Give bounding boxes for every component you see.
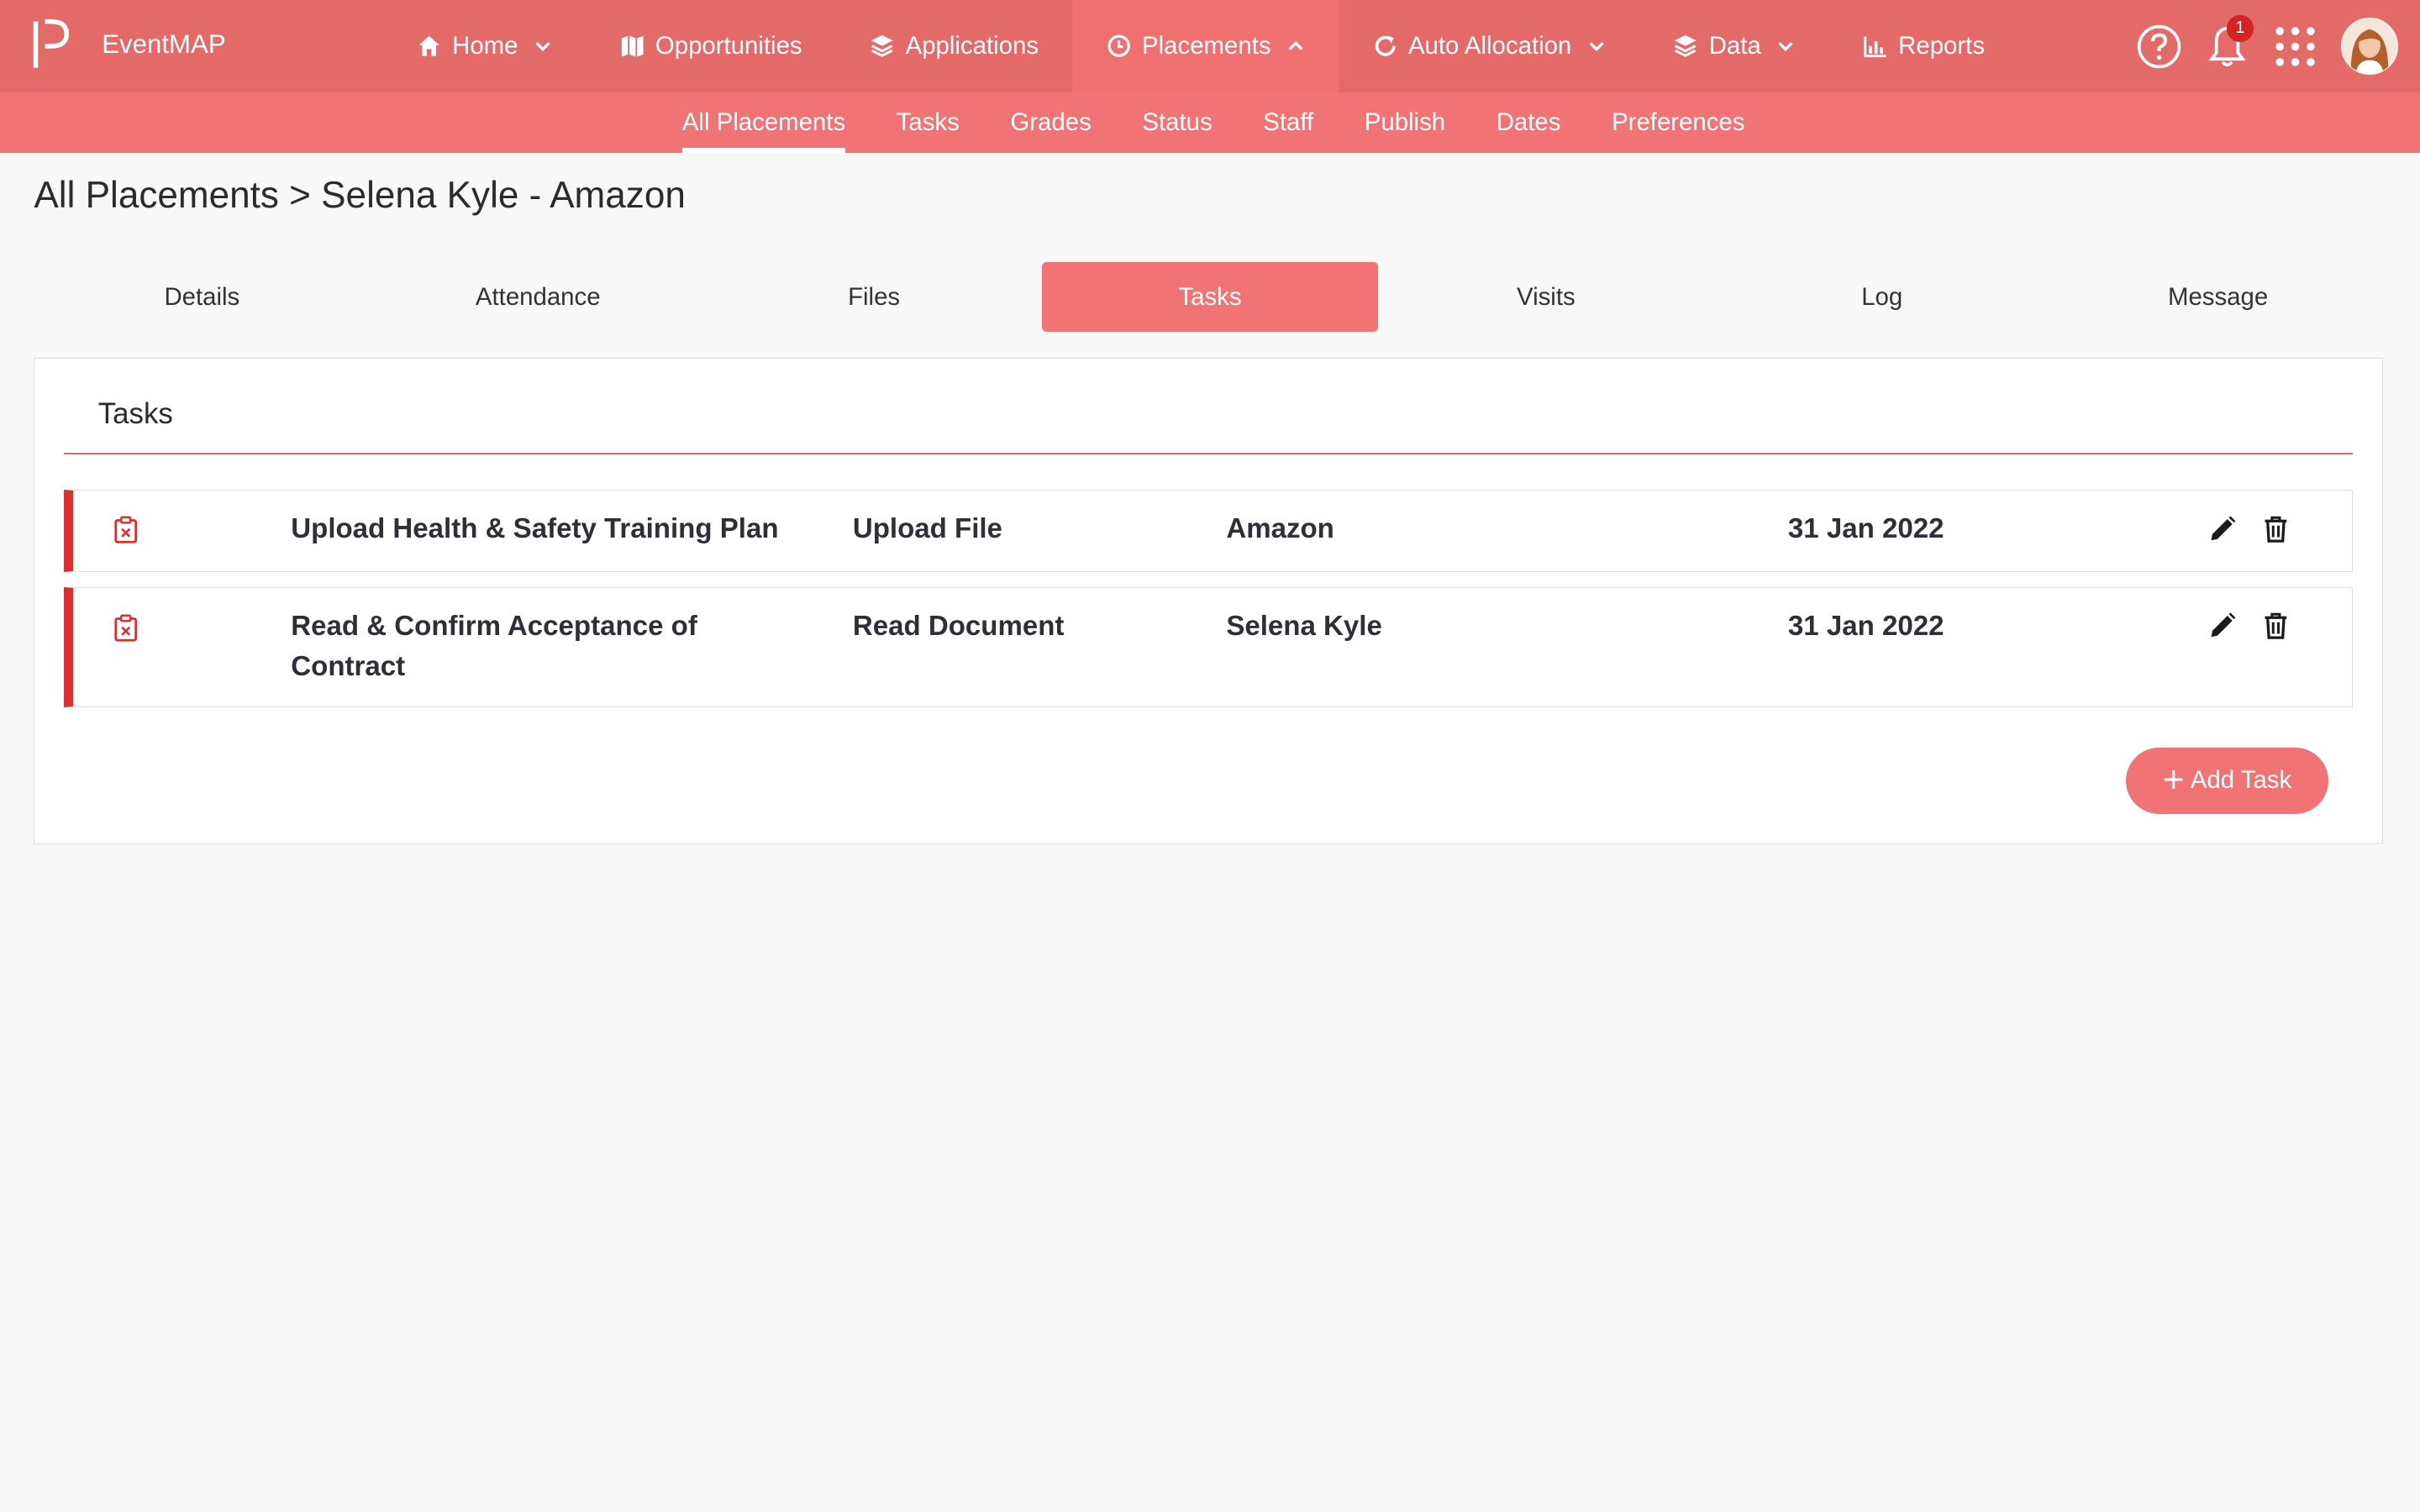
nav-data-label: Data [1708,32,1761,60]
help-icon [2137,24,2181,68]
task-type: Read Document [852,610,1065,642]
tab-tasks[interactable]: Tasks [1042,262,1378,332]
apps-grid-button[interactable] [2264,15,2325,76]
subnav-tasks[interactable]: Tasks [897,92,960,153]
notifications-button[interactable]: 1 [2196,15,2258,76]
chevron-down-icon [1776,37,1795,55]
subnav-status[interactable]: Status [1142,92,1212,153]
clock-icon [1107,34,1131,58]
sub-nav-bar: All Placements Tasks Grades Status Staff… [0,92,2420,153]
tab-message[interactable]: Message [2050,262,2386,332]
edit-icon[interactable] [2207,611,2238,642]
nav-placements[interactable]: Placements [1072,0,1339,93]
task-row[interactable]: Upload Health & Safety Training Plan Upl… [64,490,2354,572]
nav-opportunities-label: Opportunities [655,32,802,60]
refresh-icon [1373,34,1397,58]
top-bar: EventMAP Home Opportunities Applications [0,0,2420,93]
task-date: 31 Jan 2022 [1787,513,1944,545]
home-icon [417,34,441,58]
clipboard-x-icon [114,614,138,642]
help-button[interactable] [2128,15,2190,76]
notification-count-badge: 1 [2227,15,2254,42]
subnav-all-placements[interactable]: All Placements [681,92,845,153]
subnav-staff[interactable]: Staff [1263,92,1313,153]
layers-icon [1673,34,1697,58]
task-row[interactable]: Read & Confirm Acceptance of Contract Re… [64,586,2354,708]
add-task-button[interactable]: + Add Task [2126,747,2328,814]
task-type: Upload File [852,513,1002,545]
layers-icon [870,34,894,58]
map-icon [620,34,644,58]
placement-tabs: Details Attendance Files Tasks Visits Lo… [34,262,2386,332]
app-title[interactable]: EventMAP [102,29,225,60]
nav-home-label: Home [452,32,518,60]
clipboard-x-icon [114,516,138,543]
user-portrait-icon [2342,18,2398,75]
tab-details[interactable]: Details [34,262,370,332]
nav-auto-allocation[interactable]: Auto Allocation [1355,0,1624,92]
plus-icon: + [2162,759,2185,801]
nav-data[interactable]: Data [1655,0,1813,92]
subnav-grades[interactable]: Grades [1010,92,1091,153]
nav-placements-label: Placements [1142,32,1271,60]
header-actions: 1 [2122,15,2399,76]
eventmap-logo-icon[interactable] [31,18,71,71]
grid-icon [2275,26,2315,66]
nav-auto-allocation-label: Auto Allocation [1407,32,1572,60]
tasks-panel: Tasks Upload Health & Safety Training Pl… [34,358,2383,844]
chevron-up-icon [1286,37,1305,55]
nav-opportunities[interactable]: Opportunities [602,0,821,92]
chevron-down-icon [1587,37,1606,55]
tab-attendance[interactable]: Attendance [370,262,706,332]
task-name: Read & Confirm Acceptance of Contract [291,610,697,682]
trash-icon[interactable] [2260,514,2291,545]
task-date: 31 Jan 2022 [1787,610,1944,642]
bar-chart-icon [1863,34,1887,58]
main-nav: Home Opportunities Applications Placemen… [398,0,2003,93]
nav-applications[interactable]: Applications [851,0,1057,92]
subnav-publish[interactable]: Publish [1365,92,1445,153]
placements-subnav: All Placements Tasks Grades Status Staff… [681,92,1796,153]
task-assignee: Selena Kyle [1226,610,1382,642]
add-task-label: Add Task [2190,766,2292,795]
subnav-preferences[interactable]: Preferences [1612,92,1744,153]
trash-icon[interactable] [2260,611,2291,642]
subnav-dates[interactable]: Dates [1497,92,1561,153]
tab-visits[interactable]: Visits [1378,262,1714,332]
user-avatar[interactable] [2341,18,2399,76]
chevron-down-icon [534,37,552,55]
nav-applications-label: Applications [905,32,1039,60]
edit-icon[interactable] [2207,514,2238,545]
task-assignee: Amazon [1226,513,1334,545]
panel-divider [64,453,2354,454]
nav-reports-label: Reports [1898,32,1986,60]
tab-log[interactable]: Log [1714,262,2050,332]
nav-home[interactable]: Home [398,0,571,92]
panel-title: Tasks [97,397,173,431]
nav-reports[interactable]: Reports [1844,0,2003,92]
task-name: Upload Health & Safety Training Plan [291,513,779,545]
breadcrumb: All Placements > Selena Kyle - Amazon [34,174,686,216]
tab-files[interactable]: Files [706,262,1042,332]
